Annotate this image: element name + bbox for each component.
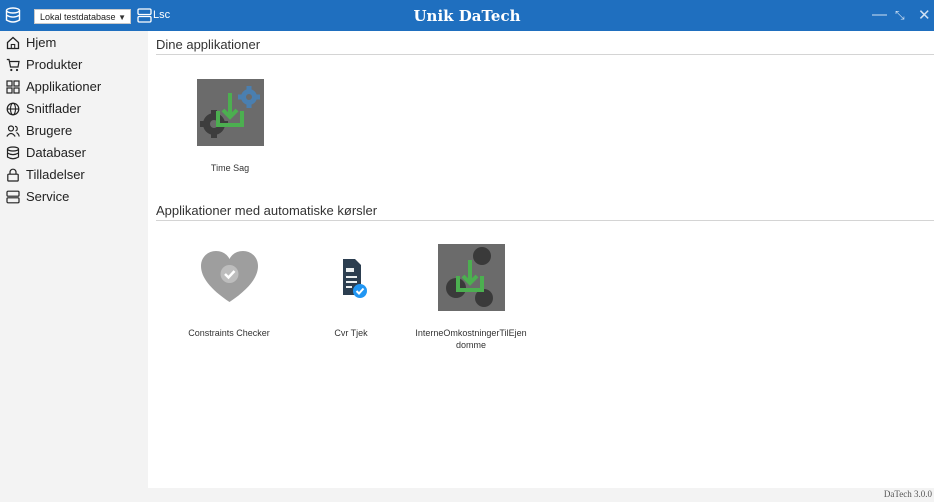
app-label: Constraints Checker — [188, 328, 270, 338]
sidebar-item-hjem[interactable]: Hjem — [0, 32, 148, 54]
minimize-button[interactable]: — — [872, 6, 887, 23]
sidebar-item-service[interactable]: Service — [0, 186, 148, 208]
divider — [156, 220, 934, 221]
close-button[interactable]: ✕ — [918, 6, 931, 24]
main-content: Dine applikationer Time Sag Applikatione… — [148, 31, 934, 488]
app-label: Time Sag — [210, 163, 250, 173]
server-label[interactable]: Lsc — [153, 9, 170, 21]
users-icon — [6, 125, 20, 137]
app-label: InterneOmkostningerTilEjen domme — [415, 328, 527, 350]
lock-icon — [7, 168, 19, 182]
document-check-icon — [342, 259, 367, 298]
sidebar-item-tilladelser[interactable]: Tilladelser — [0, 164, 148, 186]
section-title-mine-apps: Dine applikationer — [156, 37, 261, 52]
home-icon — [6, 36, 20, 50]
sidebar-item-databaser[interactable]: Databaser — [0, 142, 148, 164]
status-bar: DaTech 3.0.0 — [148, 488, 934, 502]
sidebar-item-produkter[interactable]: Produkter — [0, 54, 148, 76]
app-label: Cvr Tjek — [334, 328, 368, 338]
sidebar-item-label: Databaser — [26, 145, 86, 160]
sidebar-item-brugere[interactable]: Brugere — [0, 120, 148, 142]
server-icon — [6, 190, 20, 204]
title-bar: Lokal testdatabase ▼ Lsc Unik DaTech — ⤡… — [0, 0, 934, 31]
sidebar-item-applikationer[interactable]: Applikationer — [0, 76, 148, 98]
chevron-down-icon: ▼ — [118, 13, 126, 22]
database-icon[interactable] — [5, 7, 21, 24]
app-tile-time-sag[interactable]: Time Sag — [167, 79, 293, 174]
sidebar-item-label: Snitflader — [26, 101, 81, 116]
sidebar-item-label: Hjem — [26, 35, 57, 50]
sidebar-item-label: Tilladelser — [26, 167, 85, 182]
sidebar-item-label: Service — [26, 189, 70, 204]
grid-icon — [6, 80, 20, 94]
server-icon[interactable] — [137, 8, 152, 23]
download-gears-icon — [196, 79, 264, 146]
restore-button[interactable]: ⤡ — [895, 8, 905, 23]
cart-icon — [6, 58, 20, 72]
database-icon — [6, 146, 20, 160]
sidebar-item-snitflader[interactable]: Snitflader — [0, 98, 148, 120]
sidebar: Hjem Produkter Applikationer Snitflader … — [0, 31, 148, 502]
app-tile-interne-omkostninger[interactable]: InterneOmkostningerTilEjen domme — [405, 244, 537, 351]
database-select[interactable]: Lokal testdatabase ▼ — [34, 9, 131, 24]
sidebar-item-label: Brugere — [26, 123, 73, 138]
heart-check-icon — [200, 251, 258, 302]
divider — [156, 54, 934, 55]
download-tile-icon — [437, 244, 505, 311]
sidebar-item-label: Applikationer — [26, 79, 102, 94]
app-tile-constraints-checker[interactable]: Constraints Checker — [166, 244, 292, 339]
app-tile-cvr-tjek[interactable]: Cvr Tjek — [288, 244, 414, 339]
version-label: DaTech 3.0.0 — [883, 489, 932, 499]
globe-icon — [6, 102, 20, 116]
section-title-automatic-apps: Applikationer med automatiske kørsler — [156, 203, 378, 218]
sidebar-item-label: Produkter — [26, 57, 83, 72]
database-select-value: Lokal testdatabase — [40, 12, 116, 22]
